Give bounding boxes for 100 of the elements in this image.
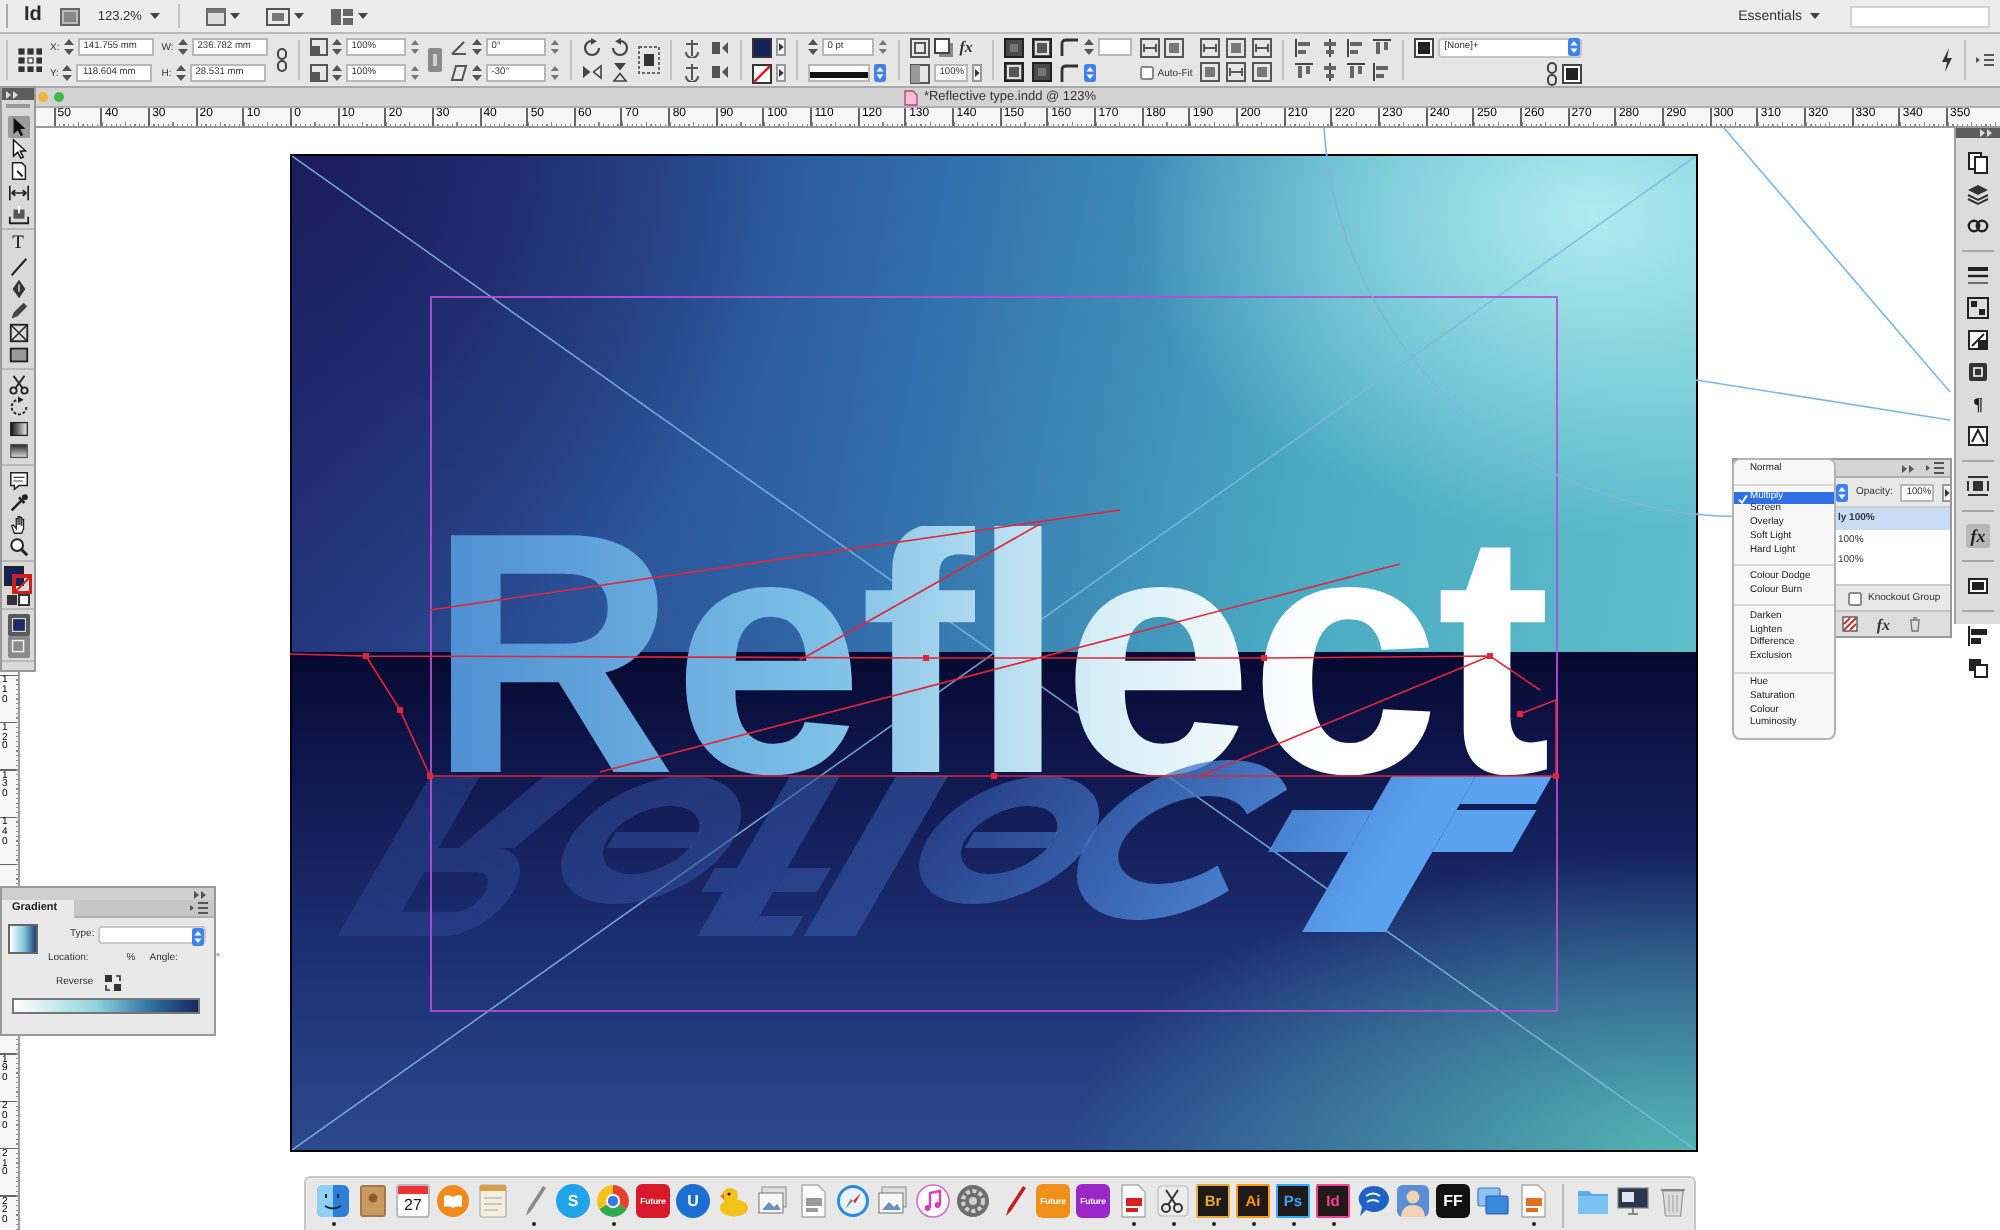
bracket-box-icon[interactable] xyxy=(1226,62,1247,82)
square-icon[interactable] xyxy=(1003,38,1024,58)
align-icon[interactable] xyxy=(1294,62,1315,82)
panel-button[interactable]: ¶ xyxy=(1966,392,1990,416)
bracket-box-icon[interactable] xyxy=(1139,37,1160,57)
stroke-style-field[interactable] xyxy=(807,64,870,82)
menu-icon[interactable] xyxy=(1976,52,1994,68)
up-down-arrows-icon[interactable] xyxy=(409,38,420,56)
pen-nib-icon[interactable] xyxy=(7,278,29,300)
speech-bubble-icon[interactable] xyxy=(1356,1184,1390,1218)
right-triangle-icon[interactable] xyxy=(775,64,786,82)
auto-fit-checkbox[interactable] xyxy=(1139,66,1154,80)
bracket-box-icon[interactable] xyxy=(1200,38,1221,58)
dot-grid-icon[interactable] xyxy=(18,48,42,72)
gradient-ramp[interactable] xyxy=(12,998,200,1014)
effects-button[interactable]: fx xyxy=(957,38,975,56)
align-icon[interactable] xyxy=(1320,62,1341,82)
mirror-triangles-icon[interactable] xyxy=(581,62,602,82)
window-icon[interactable] xyxy=(205,7,226,25)
drop-shadow-icon[interactable] xyxy=(933,37,954,57)
panel-button[interactable]: fx xyxy=(1966,524,1990,548)
dock-app-button[interactable]: U xyxy=(676,1184,710,1218)
corner-size-field[interactable] xyxy=(1097,38,1132,56)
chain-links-icon[interactable] xyxy=(1966,214,1990,238)
photo-stack-icon[interactable] xyxy=(876,1184,910,1218)
hatched-square-icon[interactable] xyxy=(1842,616,1859,632)
overlapping-windows-icon[interactable] xyxy=(1476,1184,1510,1218)
diagonal-square-icon[interactable] xyxy=(1966,328,1990,352)
cursor-arrow-icon[interactable] xyxy=(7,116,29,138)
dock-app-button[interactable]: FF xyxy=(1436,1184,1470,1218)
filled-rectangle-icon[interactable] xyxy=(1966,574,1990,598)
fill-stroke-icon[interactable] xyxy=(4,566,32,594)
scissors-icon[interactable] xyxy=(7,374,29,396)
inner-square-icon[interactable] xyxy=(1252,62,1273,82)
effects-button[interactable]: fx xyxy=(1874,615,1892,633)
person-icon[interactable] xyxy=(1396,1184,1430,1218)
framed-square-icon[interactable] xyxy=(59,7,80,25)
menu-icon[interactable] xyxy=(190,900,208,916)
framed-square-icon[interactable] xyxy=(7,614,29,636)
mirror-triangles-icon[interactable] xyxy=(609,62,630,82)
bar-icon[interactable] xyxy=(427,48,442,72)
align-bars-icon[interactable] xyxy=(1966,624,1990,648)
gear-icon[interactable] xyxy=(956,1184,990,1218)
anchor-icon[interactable] xyxy=(681,62,702,82)
compass-icon[interactable] xyxy=(836,1184,870,1218)
gap-icon[interactable] xyxy=(7,182,29,204)
scissors-icon[interactable] xyxy=(1156,1184,1190,1218)
circular-arrow-icon[interactable] xyxy=(581,38,602,58)
small-squares-icon[interactable] xyxy=(6,594,30,606)
double-chevron-icon[interactable] xyxy=(6,89,20,99)
hand-icon[interactable] xyxy=(7,514,29,536)
bracket-box-icon[interactable] xyxy=(1252,38,1273,58)
rounded-square-icon[interactable] xyxy=(1966,360,1990,384)
hollow-arrow-icon[interactable] xyxy=(7,138,29,160)
swatch-grid-icon[interactable] xyxy=(1966,296,1990,320)
up-down-arrows-icon[interactable] xyxy=(409,64,420,82)
knockout-group-checkbox[interactable] xyxy=(1848,591,1862,605)
right-triangle-icon[interactable] xyxy=(775,38,786,56)
text-wrap-icon[interactable] xyxy=(1966,474,1990,498)
chain-icon[interactable] xyxy=(1546,61,1559,85)
framed-rectangle-icon[interactable] xyxy=(265,7,290,25)
align-icon[interactable] xyxy=(1346,62,1367,82)
up-down-arrows-icon[interactable] xyxy=(877,38,888,56)
stroke-lines-icon[interactable] xyxy=(1966,264,1990,288)
square-icon[interactable] xyxy=(1031,62,1052,82)
filled-square-icon[interactable] xyxy=(1414,37,1435,57)
bar-triangle-icon[interactable] xyxy=(709,62,730,82)
music-note-icon[interactable] xyxy=(916,1184,950,1218)
pencil-icon[interactable] xyxy=(7,300,29,322)
align-icon[interactable] xyxy=(1346,38,1367,58)
tray-icon[interactable] xyxy=(7,204,29,226)
inner-square-icon[interactable] xyxy=(1226,38,1247,58)
page-icon[interactable] xyxy=(7,160,29,182)
right-triangle-icon[interactable] xyxy=(1942,483,1953,501)
diagonal-line-icon[interactable] xyxy=(7,256,29,278)
trash-icon[interactable] xyxy=(1908,616,1922,632)
up-down-arrows-icon[interactable] xyxy=(873,64,886,82)
bar-triangle-icon[interactable] xyxy=(709,38,730,58)
fill-swatch-icon[interactable] xyxy=(751,37,772,57)
type-tool-button[interactable]: T xyxy=(7,234,29,256)
crossed-frame-icon[interactable] xyxy=(7,322,29,344)
double-chevron-icon[interactable] xyxy=(1980,128,1994,138)
anchor-icon[interactable] xyxy=(681,38,702,58)
menu-icon[interactable] xyxy=(1926,460,1944,476)
up-down-arrows-icon[interactable] xyxy=(549,38,560,56)
gradient-swatch-icon[interactable] xyxy=(7,418,29,440)
double-chevron-icon[interactable] xyxy=(194,889,208,899)
inner-square-icon[interactable] xyxy=(1163,37,1184,57)
filled-square-icon[interactable] xyxy=(1562,63,1583,83)
rectangle-icon[interactable] xyxy=(7,344,29,366)
panes-icon[interactable] xyxy=(329,7,354,25)
monitor-icon[interactable] xyxy=(1616,1184,1650,1218)
photo-stack-icon[interactable] xyxy=(756,1184,790,1218)
dock-app-button[interactable]: 27 xyxy=(396,1184,430,1218)
circular-arrow-icon[interactable] xyxy=(609,38,630,58)
swap-squares-icon[interactable] xyxy=(103,973,122,991)
rotate-arrow-icon[interactable] xyxy=(7,396,29,418)
up-down-arrows-icon[interactable] xyxy=(1836,483,1848,501)
eyedropper-icon[interactable] xyxy=(7,492,29,514)
dashed-frame-icon[interactable] xyxy=(637,46,660,74)
